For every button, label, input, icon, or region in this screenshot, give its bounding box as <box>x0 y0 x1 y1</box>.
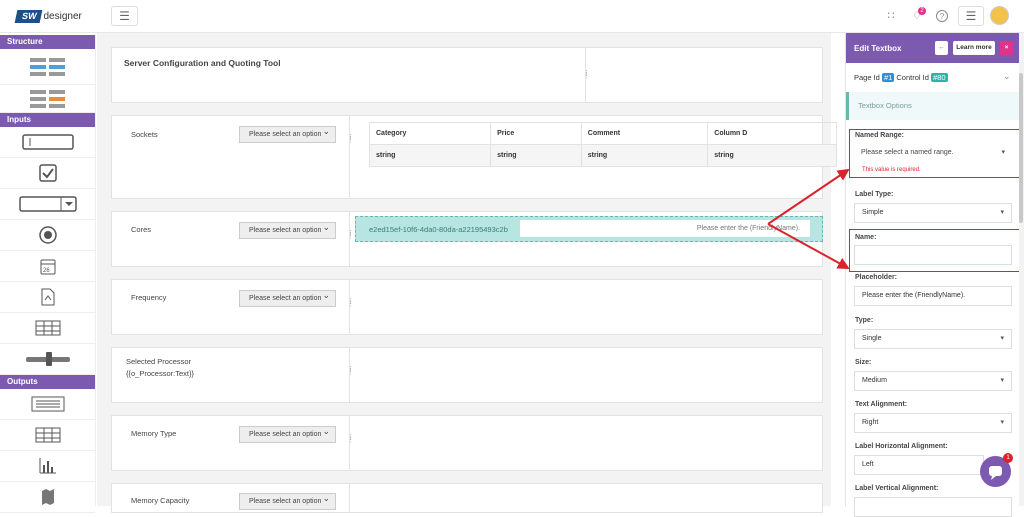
arrow-to-name <box>767 223 850 269</box>
chat-badge: 1 <box>1003 453 1013 463</box>
arrow-to-named-range <box>767 168 850 225</box>
chat-button[interactable]: 1 <box>980 453 1013 487</box>
annotation-arrows <box>767 168 850 269</box>
